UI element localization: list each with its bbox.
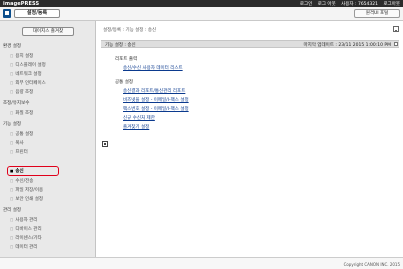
footer: Copyright CANON INC. 2015: [0, 257, 403, 269]
last-updated: 마지막 업데이트 : 23/11 2015 1:00:10 PM: [303, 43, 391, 48]
sidebar-item-data-mgmt[interactable]: 데이터 관리: [10, 243, 37, 251]
sidebar-section-preferences: 환경 설정: [3, 44, 21, 49]
sidebar-item-secure-print[interactable]: 보안 인쇄 설정: [10, 195, 43, 203]
link-email-ifax-setting-1[interactable]: 비즈넷을 설정 - 이메일/I-팩스 설정: [123, 97, 189, 103]
page-top-icon[interactable]: [102, 141, 108, 147]
sidebar-section-adjust: 조정/유지보수: [3, 101, 30, 106]
sidebar-item-file-access[interactable]: 파일 저장/이용: [10, 186, 43, 194]
link-email-ifax-setting-2[interactable]: 팩스번호 설정 - 이메일/I-팩스 설정: [123, 106, 189, 112]
sidebar-item-copy[interactable]: 복사: [10, 139, 23, 147]
breadcrumb: 설정/등록 : 기능 설정 : 송신: [103, 28, 157, 33]
page-title: 설정/등록: [14, 9, 60, 18]
sidebar-item-receive-forward[interactable]: 수신/전송: [10, 177, 33, 185]
panel-title: 기능 설정 : 송신: [105, 43, 136, 48]
register-favorites-button[interactable]: 대이지스 즐겨찾: [22, 27, 74, 36]
sidebar-item-device-mgmt[interactable]: 디바이스 관리: [10, 225, 41, 233]
copyright: Copyright CANON INC. 2015: [343, 262, 400, 267]
sidebar-item-printer[interactable]: 프린터: [10, 148, 27, 156]
sidebar-item-volume[interactable]: 음량 조정: [10, 88, 33, 96]
sidebar-item-display[interactable]: 디스플레이 설정: [10, 61, 45, 69]
panel-header: 기능 설정 : 송신 마지막 업데이트 : 23/11 2015 1:00:10…: [101, 40, 399, 48]
refresh-icon[interactable]: [394, 42, 398, 46]
portal-button[interactable]: 원격UI 포털: [354, 9, 400, 18]
group-common: 공통 설정: [115, 80, 133, 85]
sidebar-item-license[interactable]: 라이센스/기타: [10, 234, 41, 242]
sidebar-section-management: 관리 설정: [3, 208, 21, 213]
sidebar-item-user-mgmt[interactable]: 사용자 관리: [10, 216, 37, 224]
print-icon[interactable]: [393, 26, 399, 32]
sidebar-item-common[interactable]: 공통 설정: [10, 130, 33, 138]
selection-highlight: [7, 166, 59, 176]
sidebar-item-paper[interactable]: 용지 설정: [10, 52, 33, 60]
sidebar-section-functions: 기능 설정: [3, 122, 21, 127]
group-report: 리포트 출력: [115, 57, 138, 62]
link-send-result-report[interactable]: 송신결과 리포트/통신관리 리포트: [123, 88, 185, 94]
link-favorites-setting[interactable]: 즐겨찾기 설정: [123, 124, 149, 130]
sidebar-item-image-adjust[interactable]: 화질 조정: [10, 109, 33, 117]
home-icon[interactable]: [3, 9, 11, 18]
sidebar-item-external[interactable]: 외부 인터페이스: [10, 79, 45, 87]
sidebar: 대이지스 즐겨찾 환경 설정 용지 설정 디스플레이 설정 네트워크 설정 외부…: [0, 21, 96, 257]
sidebar-item-network[interactable]: 네트워크 설정: [10, 70, 41, 78]
link-user-data-list[interactable]: 송신/수신 사용자 데이터 리스트: [123, 65, 183, 71]
link-restrict-new-destinations[interactable]: 신규 수신처 제한: [123, 115, 155, 121]
main-content: 설정/등록 : 기능 설정 : 송신 기능 설정 : 송신 마지막 업데이트 :…: [97, 21, 403, 257]
title-bar: 설정/등록 원격UI 포털: [0, 7, 403, 21]
top-bar: imagePRESS 로그인 로그 아웃 사용자 : 7654321 로그아웃: [0, 0, 403, 7]
